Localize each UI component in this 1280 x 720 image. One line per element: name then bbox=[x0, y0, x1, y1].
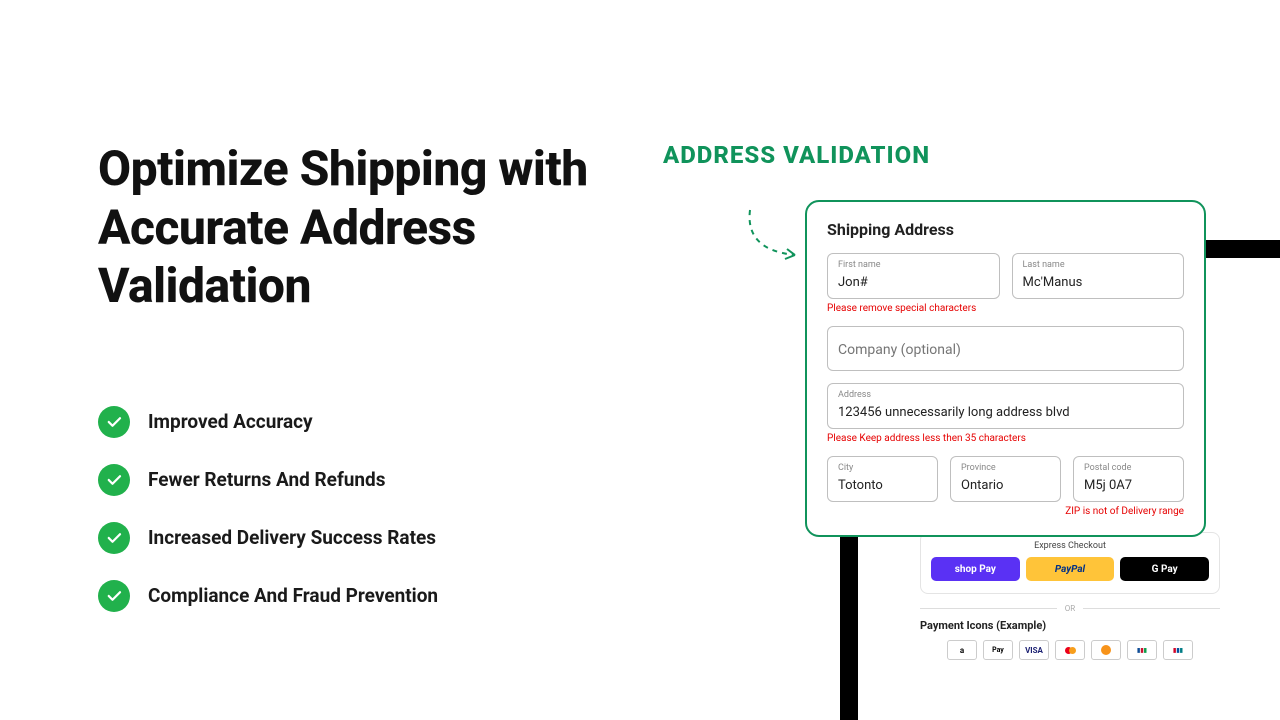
benefit-text: Compliance And Fraud Prevention bbox=[148, 584, 438, 607]
benefit-item: Compliance And Fraud Prevention bbox=[98, 580, 598, 612]
province-field[interactable]: Province bbox=[950, 456, 1061, 502]
benefit-item: Improved Accuracy bbox=[98, 406, 598, 438]
payment-icons-row: a Pay VISA ▮▮▮ ▮▮▮ bbox=[920, 640, 1220, 660]
gpay-button[interactable]: G Pay bbox=[1120, 557, 1209, 581]
benefit-text: Improved Accuracy bbox=[148, 410, 313, 433]
last-name-field[interactable]: Last name bbox=[1012, 253, 1185, 299]
last-name-input[interactable] bbox=[1023, 275, 1174, 290]
visa-icon: VISA bbox=[1019, 640, 1049, 660]
address-label: Address bbox=[838, 390, 1173, 400]
company-field[interactable] bbox=[827, 326, 1184, 371]
city-input[interactable] bbox=[838, 478, 927, 493]
payment-icons-title: Payment Icons (Example) bbox=[920, 619, 1220, 632]
amazon-icon: a bbox=[947, 640, 977, 660]
card-title: Shipping Address bbox=[827, 220, 1184, 239]
check-icon bbox=[98, 522, 130, 554]
shoppay-button[interactable]: shop Pay bbox=[931, 557, 1020, 581]
jcb-icon: ▮▮▮ bbox=[1127, 640, 1157, 660]
benefit-item: Increased Delivery Success Rates bbox=[98, 522, 598, 554]
first-name-label: First name bbox=[838, 260, 989, 270]
postal-error: ZIP is not of Delivery range bbox=[827, 506, 1184, 517]
express-label: Express Checkout bbox=[931, 541, 1209, 551]
paypal-button[interactable]: PayPal bbox=[1026, 557, 1115, 581]
last-name-label: Last name bbox=[1023, 260, 1174, 270]
benefit-text: Increased Delivery Success Rates bbox=[148, 526, 436, 549]
headline: Optimize Shipping with Accurate Address … bbox=[98, 140, 598, 316]
callout-label: ADDRESS VALIDATION bbox=[663, 140, 930, 171]
benefit-list: Improved Accuracy Fewer Returns And Refu… bbox=[98, 406, 598, 612]
address-field[interactable]: Address bbox=[827, 383, 1184, 429]
province-input[interactable] bbox=[961, 478, 1050, 493]
benefit-item: Fewer Returns And Refunds bbox=[98, 464, 598, 496]
express-checkout-card: Express Checkout shop Pay PayPal G Pay bbox=[920, 532, 1220, 594]
check-icon bbox=[98, 406, 130, 438]
shipping-address-card: Shipping Address First name Last name Pl… bbox=[805, 200, 1206, 537]
address-input[interactable] bbox=[838, 405, 1173, 420]
postal-label: Postal code bbox=[1084, 463, 1173, 473]
hero-left: Optimize Shipping with Accurate Address … bbox=[98, 140, 598, 612]
checkout-panel: Express Checkout shop Pay PayPal G Pay O… bbox=[920, 532, 1220, 660]
postal-field[interactable]: Postal code bbox=[1073, 456, 1184, 502]
address-error: Please Keep address less then 35 charact… bbox=[827, 433, 1184, 444]
unionpay-icon: ▮▮▮ bbox=[1163, 640, 1193, 660]
first-name-error: Please remove special characters bbox=[827, 303, 1184, 314]
mastercard-icon bbox=[1055, 640, 1085, 660]
first-name-field[interactable]: First name bbox=[827, 253, 1000, 299]
check-icon bbox=[98, 580, 130, 612]
bitcoin-icon bbox=[1091, 640, 1121, 660]
benefit-text: Fewer Returns And Refunds bbox=[148, 468, 386, 491]
first-name-input[interactable] bbox=[838, 275, 989, 290]
city-field[interactable]: City bbox=[827, 456, 938, 502]
check-icon bbox=[98, 464, 130, 496]
company-input[interactable] bbox=[838, 342, 1173, 358]
province-label: Province bbox=[961, 463, 1050, 473]
postal-input[interactable] bbox=[1084, 478, 1173, 493]
arrow-icon bbox=[740, 200, 810, 270]
or-divider: OR bbox=[920, 604, 1220, 613]
applepay-icon: Pay bbox=[983, 640, 1013, 660]
city-label: City bbox=[838, 463, 927, 473]
